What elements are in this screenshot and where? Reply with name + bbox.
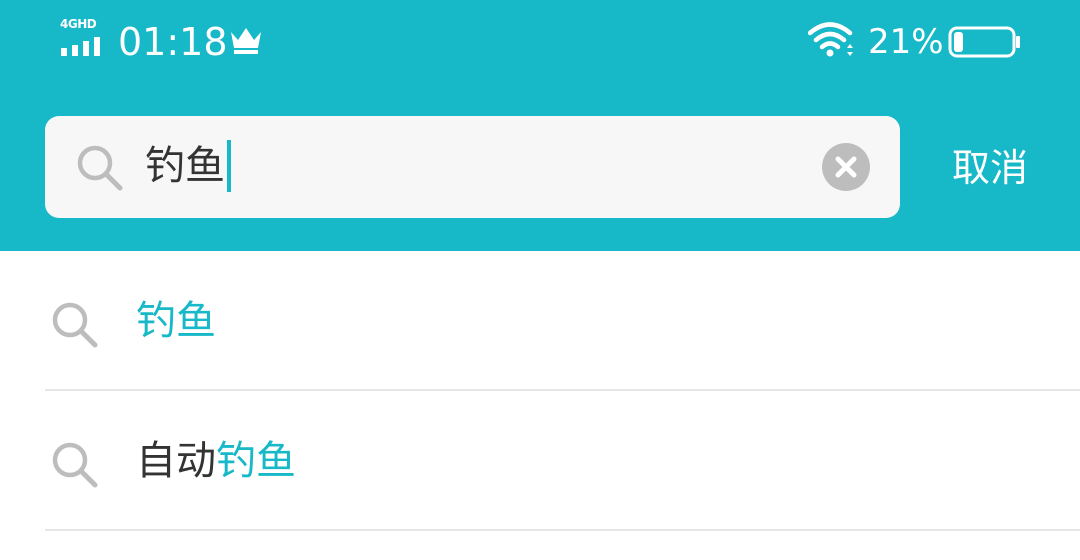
signal-icon	[61, 37, 100, 56]
suggestion-list: 钓鱼 自动钓鱼	[0, 251, 1080, 531]
search-icon	[52, 442, 98, 488]
search-input[interactable]: 钓鱼	[45, 116, 900, 218]
network-type-label: 4GHD	[60, 17, 97, 31]
suggestion-highlight: 钓鱼	[136, 298, 216, 344]
list-item[interactable]: 钓鱼	[0, 251, 1080, 391]
list-item[interactable]: 自动钓鱼	[0, 391, 1080, 531]
cancel-button[interactable]: 取消	[952, 142, 1028, 194]
crown-icon	[231, 28, 261, 54]
search-query-value: 钓鱼	[145, 143, 225, 189]
clear-icon	[835, 156, 857, 178]
clear-search-button[interactable]	[822, 143, 870, 191]
search-icon	[77, 145, 123, 191]
battery-icon	[948, 26, 1020, 58]
text-caret	[227, 140, 231, 192]
status-bar: 4GHD 01:18 21%	[0, 0, 1080, 86]
search-query-text[interactable]: 钓鱼	[145, 140, 231, 192]
battery-percentage: 21%	[868, 22, 944, 62]
suggestion-highlight: 钓鱼	[216, 438, 296, 484]
clock-time: 01:18	[118, 20, 228, 64]
search-icon	[52, 302, 98, 348]
suggestion-text: 钓鱼	[136, 295, 216, 347]
suggestion-text: 自动钓鱼	[136, 435, 296, 487]
suggestion-prefix: 自动	[136, 438, 216, 484]
divider	[45, 529, 1080, 531]
header: 4GHD 01:18 21% 钓鱼 取消	[0, 0, 1080, 251]
signal-indicator: 4GHD	[60, 18, 106, 58]
wifi-icon	[808, 22, 853, 57]
